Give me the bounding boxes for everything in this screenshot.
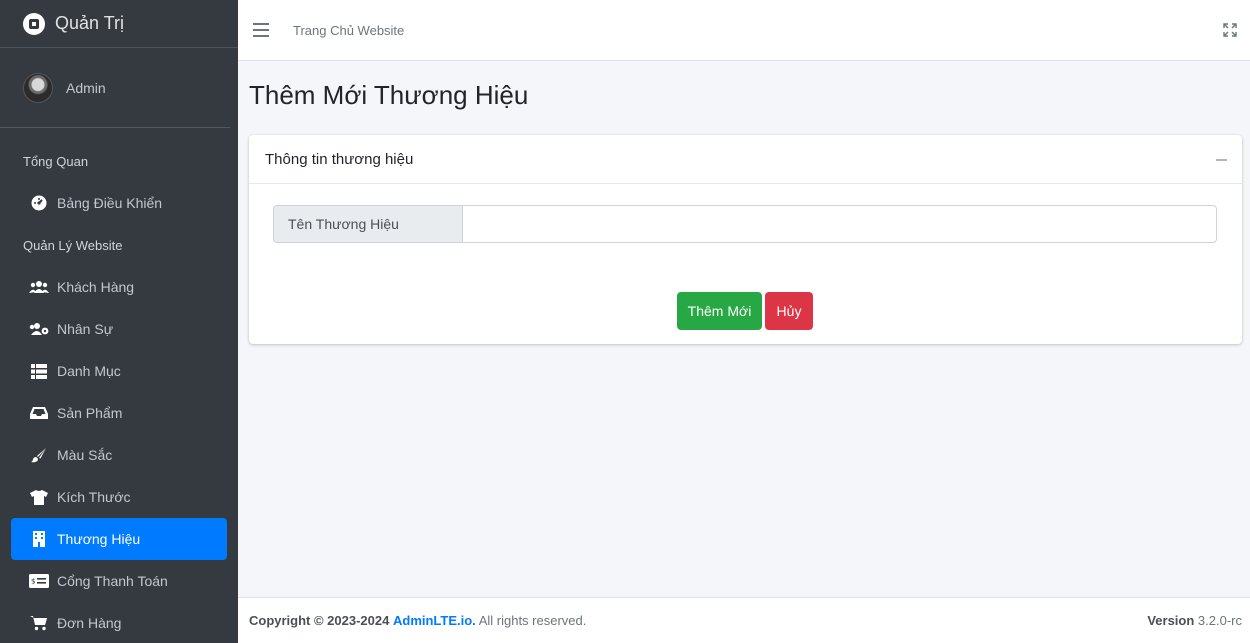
version-label: Version (1147, 613, 1195, 628)
money-check-icon: $ (29, 572, 49, 590)
copyright-label: Copyright © 2023-2024 (249, 613, 390, 628)
users-icon (29, 278, 49, 296)
sidebar-item-products[interactable]: Sản Phẩm (11, 392, 227, 434)
sidebar-item-categories[interactable]: Danh Mục (11, 350, 227, 392)
sidebar-item-label: Thương Hiệu (57, 531, 141, 547)
sidebar-item-orders[interactable]: Đơn Hàng (11, 602, 227, 643)
brand-name-input[interactable] (462, 205, 1217, 243)
brand-logo-icon (23, 12, 45, 35)
sidebar-item-label: Khách Hàng (57, 279, 135, 295)
svg-text:$: $ (31, 578, 35, 586)
sidebar-item-label: Sản Phẩm (57, 405, 123, 421)
tshirt-icon (29, 488, 49, 506)
copyright-text: Copyright © 2023-2024 AdminLTE.io. All r… (249, 613, 586, 628)
paint-brush-icon (29, 446, 49, 464)
nav-header-overview: Tổng Quan (23, 153, 89, 169)
rights-text: All rights reserved. (478, 613, 587, 628)
sidebar-item-label: Đơn Hàng (57, 615, 122, 631)
top-navbar: Trang Chủ Website (238, 0, 1250, 61)
users-cog-icon (29, 320, 49, 338)
main-sidebar: Quản Trị Admin Tổng Quan Bảng Điều Khiển… (0, 0, 238, 643)
page-title: Thêm Mới Thương Hiệu (249, 80, 529, 110)
sidebar-item-label: Danh Mục (57, 363, 121, 379)
card-header: Thông tin thương hiệu (249, 135, 1242, 184)
tachometer-icon (29, 194, 49, 212)
website-home-link[interactable]: Trang Chủ Website (293, 23, 404, 38)
sidebar-item-label: Cổng Thanh Toán (57, 573, 168, 589)
sidebar-item-label: Kích Thước (57, 489, 131, 505)
sidebar-item-label: Bảng Điều Khiển (57, 195, 163, 211)
version-info: Version 3.2.0-rc (1147, 613, 1242, 628)
list-icon (29, 362, 49, 380)
sidebar-item-label: Nhân Sự (57, 321, 114, 337)
brand-link[interactable]: Quản Trị (0, 0, 238, 48)
add-new-button[interactable]: Thêm Mới (677, 292, 762, 330)
avatar (23, 72, 53, 103)
inbox-icon (29, 404, 49, 422)
sidebar-item-dashboard[interactable]: Bảng Điều Khiển (11, 182, 227, 224)
nav-header-website: Quản Lý Website (23, 237, 123, 253)
building-icon (29, 530, 49, 548)
fullscreen-icon[interactable] (1223, 23, 1237, 37)
adminlte-link[interactable]: AdminLTE.io. (393, 613, 476, 628)
menu-toggle-icon[interactable] (253, 23, 269, 37)
cancel-button[interactable]: Hủy (765, 292, 813, 330)
sidebar-item-staff[interactable]: Nhân Sự (11, 308, 227, 350)
brand-name-label: Tên Thương Hiệu (273, 205, 462, 243)
brand-text: Quản Trị (55, 13, 125, 33)
main-footer: Copyright © 2023-2024 AdminLTE.io. All r… (238, 597, 1250, 643)
card-title: Thông tin thương hiệu (265, 150, 414, 168)
brand-name-group: Tên Thương Hiệu (273, 205, 1217, 243)
user-panel[interactable]: Admin (0, 48, 230, 128)
sidebar-item-brands[interactable]: Thương Hiệu (11, 518, 227, 560)
collapse-minus-icon[interactable] (1216, 159, 1227, 161)
sidebar-item-customers[interactable]: Khách Hàng (11, 266, 227, 308)
sidebar-item-payment-gateway[interactable]: $ Cổng Thanh Toán (11, 560, 227, 602)
version-value: 3.2.0-rc (1197, 613, 1242, 628)
user-name: Admin (66, 79, 106, 96)
sidebar-item-label: Màu Sắc (57, 447, 113, 463)
cart-icon (29, 614, 49, 632)
brand-form-card: Thông tin thương hiệu Tên Thương Hiệu Th… (249, 135, 1242, 344)
sidebar-item-sizes[interactable]: Kích Thước (11, 476, 227, 518)
sidebar-item-colors[interactable]: Màu Sắc (11, 434, 227, 476)
